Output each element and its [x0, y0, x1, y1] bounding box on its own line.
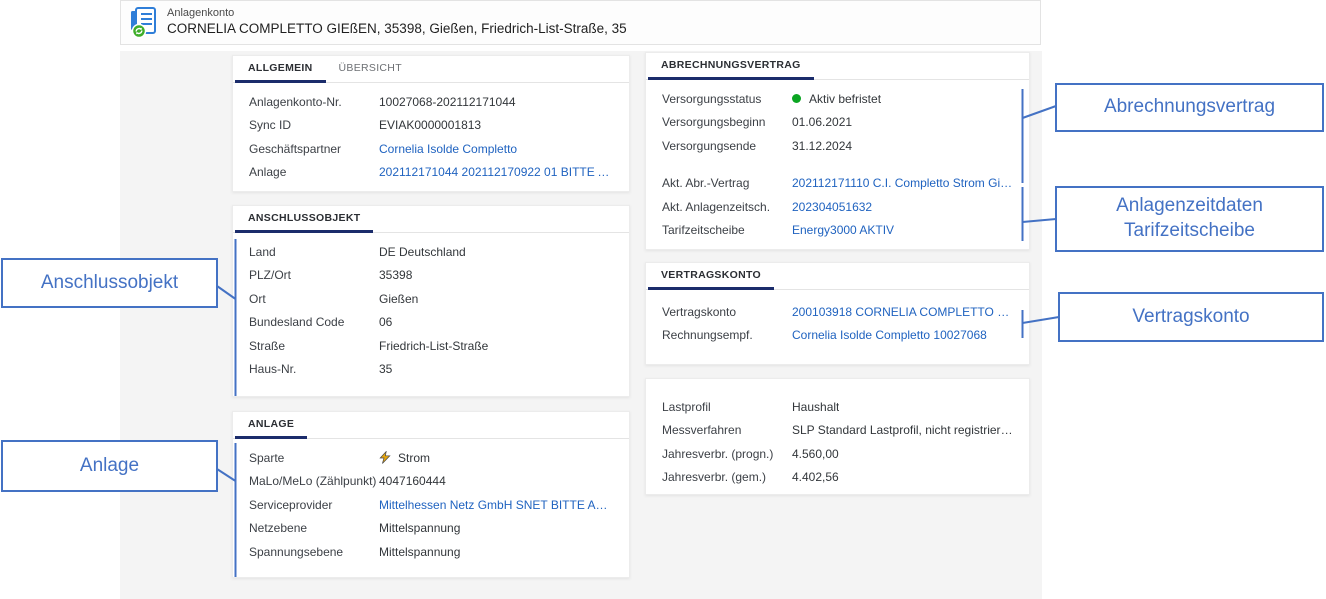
field-bundesland-code: Bundesland Code 06 — [233, 311, 629, 335]
anlage-tabbar: ANLAGE — [233, 412, 629, 439]
field-plz-ort: PLZ/Ort 35398 — [233, 264, 629, 288]
callout-anlage: Anlage — [1, 440, 218, 492]
field-anlagenkonto-nr: Anlagenkonto-Nr. 10027068-202112171044 — [233, 90, 629, 114]
object-type-label: Anlagenkonto — [167, 7, 627, 21]
abrechnungsvertrag-tabbar: ABRECHNUNGSVERTRAG — [646, 53, 1029, 80]
field-lastprofil: Lastprofil Haushalt — [646, 395, 1029, 419]
page-title: CORNELIA COMPLETTO GIEßEN, 35398, Gießen… — [167, 21, 627, 38]
field-geschaeftspartner: Geschäftspartner Cornelia Isolde Complet… — [233, 137, 629, 161]
anschlussobjekt-tabbar: ANSCHLUSSOBJEKT — [233, 206, 629, 233]
field-versorgungsende: Versorgungsende 31.12.2024 — [646, 134, 1029, 158]
tab-allgemein[interactable]: ALLGEMEIN — [235, 56, 326, 83]
callout-vertragskonto: Vertragskonto — [1058, 292, 1324, 342]
anlagenzeitsch-link[interactable]: 202304051632 — [792, 200, 872, 214]
field-sparte: Sparte Strom — [233, 446, 629, 470]
abrechnungsvertrag-card: ABRECHNUNGSVERTRAG Versorgungsstatus Akt… — [645, 52, 1030, 250]
field-haus-nr: Haus-Nr. 35 — [233, 358, 629, 382]
serviceprovider-link[interactable]: Mittelhessen Netz GmbH SNET BITTE AENDER… — [379, 498, 613, 512]
anlage-card: ANLAGE Sparte Strom MaLo/MeLo (Zählpunkt… — [232, 411, 630, 578]
field-versorgungsbeginn: Versorgungsbeginn 01.06.2021 — [646, 111, 1029, 135]
field-jahresverbr-gem: Jahresverbr. (gem.) 4.402,56 — [646, 466, 1029, 490]
tarifzeitscheibe-link[interactable]: Energy3000 AKTIV — [792, 223, 894, 237]
field-tarifzeitscheibe: Tarifzeitscheibe Energy3000 AKTIV — [646, 219, 1029, 243]
status-badge: Aktiv befristet — [809, 92, 881, 106]
field-vertragskonto: Vertragskonto 200103918 CORNELIA COMPLET… — [646, 300, 1029, 324]
verbrauch-card: Lastprofil Haushalt Messverfahren SLP St… — [645, 378, 1030, 495]
strom-lightning-icon — [379, 451, 391, 464]
field-anlage: Anlage 202112171044 202112170922 01 BITT… — [233, 161, 629, 185]
callout-anlagenzeitdaten-tarifzeitscheibe: Anlagenzeitdaten Tarifzeitscheibe — [1055, 186, 1324, 252]
anlage-link[interactable]: 202112171044 202112170922 01 BITTE AENDE… — [379, 165, 613, 179]
field-rechnungsempf: Rechnungsempf. Cornelia Isolde Completto… — [646, 324, 1029, 348]
tab-anlage[interactable]: ANLAGE — [235, 412, 307, 439]
field-sync-id: Sync ID EVIAK0000001813 — [233, 114, 629, 138]
field-serviceprovider: Serviceprovider Mittelhessen Netz GmbH S… — [233, 493, 629, 517]
tab-vertragskonto[interactable]: VERTRAGSKONTO — [648, 263, 774, 290]
page-header: Anlagenkonto CORNELIA COMPLETTO GIEßEN, … — [120, 0, 1041, 45]
field-jahresverbr-progn: Jahresverbr. (progn.) 4.560,00 — [646, 442, 1029, 466]
rechnungsempf-link[interactable]: Cornelia Isolde Completto 10027068 — [792, 328, 987, 342]
callout-abrechnungsvertrag: Abrechnungsvertrag — [1055, 83, 1324, 132]
field-netzebene: Netzebene Mittelspannung — [233, 517, 629, 541]
field-akt-anlagenzeitsch: Akt. Anlagenzeitsch. 202304051632 — [646, 195, 1029, 219]
field-akt-abr-vertrag: Akt. Abr.-Vertrag 202112171110 C.I. Comp… — [646, 172, 1029, 196]
tab-anschlussobjekt[interactable]: ANSCHLUSSOBJEKT — [235, 206, 373, 233]
anlagenkonto-icon — [128, 7, 158, 39]
vertragskonto-tabbar: VERTRAGSKONTO — [646, 263, 1029, 290]
vertragskonto-card: VERTRAGSKONTO Vertragskonto 200103918 CO… — [645, 262, 1030, 365]
tab-abrechnungsvertrag[interactable]: ABRECHNUNGSVERTRAG — [648, 53, 814, 80]
field-spannungsebene: Spannungsebene Mittelspannung — [233, 540, 629, 564]
abr-vertrag-link[interactable]: 202112171110 C.I. Completto Strom Gießen — [792, 176, 1013, 190]
geschaeftspartner-link[interactable]: Cornelia Isolde Completto — [379, 142, 517, 156]
status-green-dot — [792, 94, 801, 103]
field-ort: Ort Gießen — [233, 287, 629, 311]
allgemein-tabbar: ALLGEMEIN ÜBERSICHT — [233, 56, 629, 83]
field-malo-melo: MaLo/MeLo (Zählpunkt) 4047160444 — [233, 470, 629, 494]
field-messverfahren: Messverfahren SLP Standard Lastprofil, n… — [646, 419, 1029, 443]
allgemein-card: ALLGEMEIN ÜBERSICHT Anlagenkonto-Nr. 100… — [232, 55, 630, 192]
field-versorgungsstatus: Versorgungsstatus Aktiv befristet — [646, 87, 1029, 111]
field-land: Land DE Deutschland — [233, 240, 629, 264]
vertragskonto-link[interactable]: 200103918 CORNELIA COMPLETTO GIEßEN — [792, 305, 1013, 319]
field-strasse: Straße Friedrich-List-Straße — [233, 334, 629, 358]
anschlussobjekt-card: ANSCHLUSSOBJEKT Land DE Deutschland PLZ/… — [232, 205, 630, 397]
callout-anschlussobjekt: Anschlussobjekt — [1, 258, 218, 308]
tab-uebersicht[interactable]: ÜBERSICHT — [326, 56, 415, 83]
